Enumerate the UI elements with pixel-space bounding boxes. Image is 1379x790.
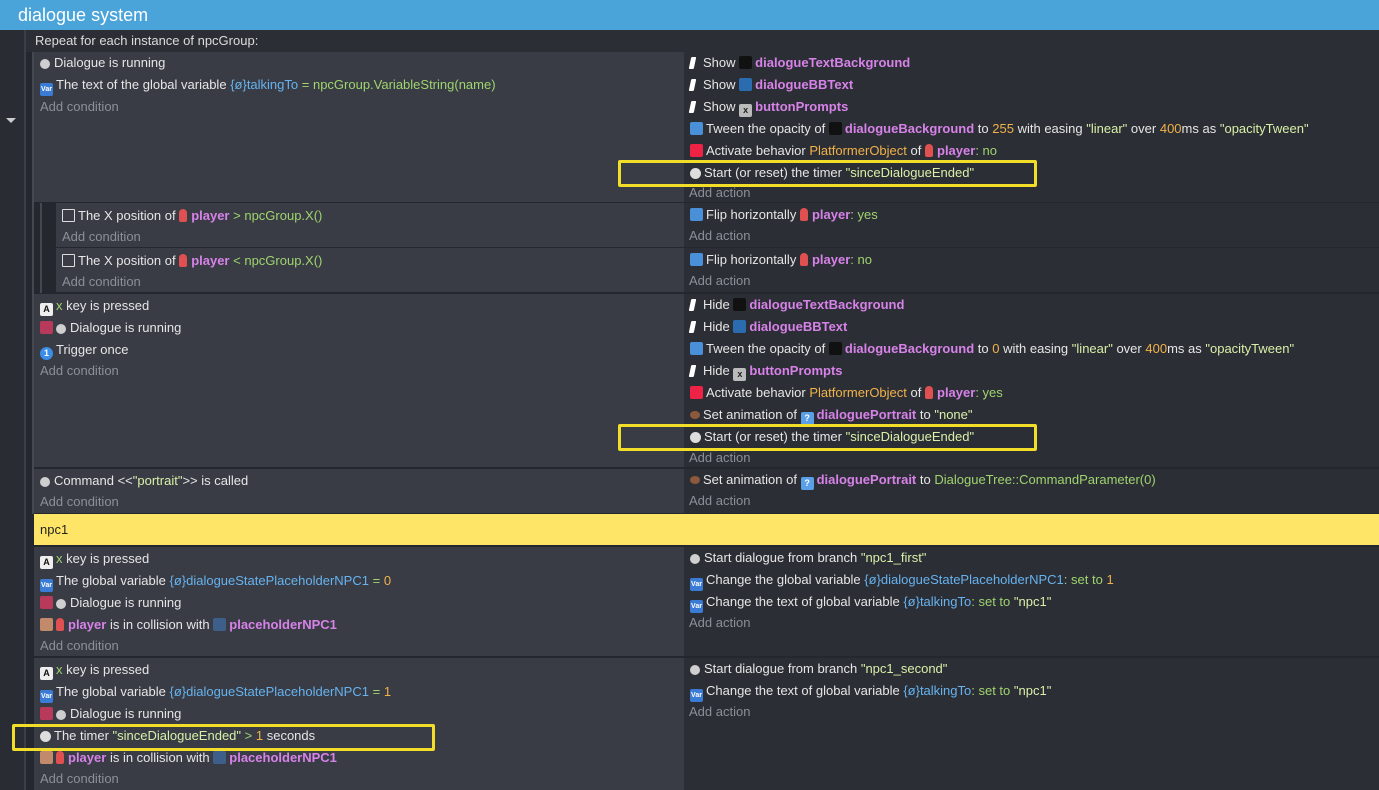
event-6-conditions[interactable]: Ax key is pressed Var The global variable… <box>34 547 684 656</box>
portrait-icon: ? <box>800 477 814 490</box>
highlight-box <box>618 160 1037 187</box>
event-5-conditions[interactable]: Command <<"portrait">> is called Add con… <box>34 469 684 513</box>
keyboard-icon: A <box>40 667 53 680</box>
event-2-actions[interactable]: Flip horizontally player: yes Add action <box>684 203 1379 247</box>
add-action[interactable]: Add action <box>689 612 750 634</box>
variable-icon: Var <box>690 578 703 591</box>
npc1-comment[interactable]: npc1 <box>34 514 1379 545</box>
add-condition[interactable]: Add condition <box>40 768 119 790</box>
add-condition[interactable]: Add condition <box>40 635 119 657</box>
add-action[interactable]: Add action <box>689 270 750 292</box>
highlight-box <box>12 724 435 751</box>
dialogue-icon <box>40 477 50 487</box>
bbtext-icon <box>739 78 753 91</box>
animation-icon <box>690 411 700 419</box>
add-condition[interactable]: Add condition <box>40 96 119 118</box>
globe-icon: {ø} <box>903 683 920 698</box>
add-condition[interactable]: Add condition <box>40 360 119 382</box>
group-header[interactable]: dialogue system <box>0 0 1379 30</box>
variable-icon: Var <box>40 690 53 703</box>
event-6-actions[interactable]: Start dialogue from branch "npc1_first" … <box>684 547 1379 656</box>
checkbox-icon[interactable] <box>62 254 75 267</box>
behavior-icon <box>690 386 703 399</box>
player-icon <box>799 208 808 221</box>
player-icon <box>56 618 64 631</box>
hide-icon <box>688 321 697 333</box>
repeat-label: Repeat for each instance of npcGroup: <box>35 33 259 48</box>
hide-icon <box>688 365 697 377</box>
add-condition[interactable]: Add condition <box>62 226 141 248</box>
dialogue-icon <box>690 665 700 675</box>
bbtext-icon <box>733 320 747 333</box>
globe-icon: {ø} <box>169 573 187 588</box>
event-3-actions[interactable]: Flip horizontally player: no Add action <box>684 248 1379 292</box>
add-condition[interactable]: Add condition <box>40 491 119 513</box>
object-icon <box>828 122 842 135</box>
add-action[interactable]: Add action <box>689 701 750 723</box>
add-action[interactable]: Add action <box>689 490 750 512</box>
variable-icon: Var <box>40 83 53 96</box>
collision-icon <box>40 751 53 764</box>
keyboard-icon: A <box>40 303 53 316</box>
flip-icon <box>690 253 703 266</box>
hide-icon <box>688 299 697 311</box>
trigger-once-icon: 1 <box>40 347 53 360</box>
event-2-conditions[interactable]: The X position of player > npcGroup.X() … <box>56 203 684 247</box>
animation-icon <box>690 476 700 484</box>
dialogue-icon <box>40 59 50 69</box>
dialogue-icon <box>56 324 66 334</box>
invert-icon <box>40 596 53 609</box>
event-3-conditions[interactable]: The X position of player < npcGroup.X() … <box>56 248 684 292</box>
add-action[interactable]: Add action <box>689 225 750 247</box>
show-icon <box>688 101 697 113</box>
player-icon <box>179 254 188 267</box>
globe-icon: {ø} <box>169 684 187 699</box>
gutter-line <box>24 30 26 790</box>
globe-icon: {ø} <box>903 594 920 609</box>
tween-icon <box>690 122 703 135</box>
collision-icon <box>40 618 53 631</box>
dialogue-icon <box>56 599 66 609</box>
highlight-box <box>618 424 1037 451</box>
button-prompts-icon: x <box>733 368 747 381</box>
event-gutter <box>0 30 25 790</box>
invert-icon <box>40 321 53 334</box>
player-icon <box>56 751 64 764</box>
repeat-event[interactable]: Repeat for each instance of npcGroup: <box>26 30 1379 52</box>
npc-icon <box>213 618 227 631</box>
object-icon <box>739 56 753 69</box>
add-condition[interactable]: Add condition <box>62 271 141 293</box>
object-icon <box>733 298 747 311</box>
keyboard-icon: A <box>40 556 53 569</box>
group-title: dialogue system <box>18 5 149 25</box>
globe-icon: {ø} <box>230 77 247 92</box>
event-7-actions[interactable]: Start dialogue from branch "npc1_second"… <box>684 658 1379 790</box>
tween-icon <box>690 342 703 355</box>
player-icon <box>925 386 933 399</box>
show-icon <box>688 57 697 69</box>
object-icon <box>828 342 842 355</box>
player-icon <box>799 253 808 266</box>
npc-icon <box>213 751 227 764</box>
dialogue-icon <box>56 710 66 720</box>
event-1-conditions[interactable]: Dialogue is running Var The text of the g… <box>34 52 684 202</box>
variable-icon: Var <box>40 579 53 592</box>
event-5-actions[interactable]: Set animation of ? dialoguePortrait to Di… <box>684 469 1379 513</box>
button-prompts-icon: x <box>739 104 753 117</box>
player-icon <box>925 144 933 157</box>
invert-icon <box>40 707 53 720</box>
behavior-icon <box>690 144 703 157</box>
show-icon <box>688 79 697 91</box>
event-4-conditions[interactable]: Ax key is pressed Dialogue is running 1T… <box>34 294 684 467</box>
flip-icon <box>690 208 703 221</box>
dialogue-icon <box>690 554 700 564</box>
sub-indent-line <box>40 203 42 293</box>
globe-icon: {ø} <box>864 572 881 587</box>
collapse-arrow-icon[interactable] <box>6 118 16 123</box>
player-icon <box>179 209 188 222</box>
checkbox-icon[interactable] <box>62 209 75 222</box>
